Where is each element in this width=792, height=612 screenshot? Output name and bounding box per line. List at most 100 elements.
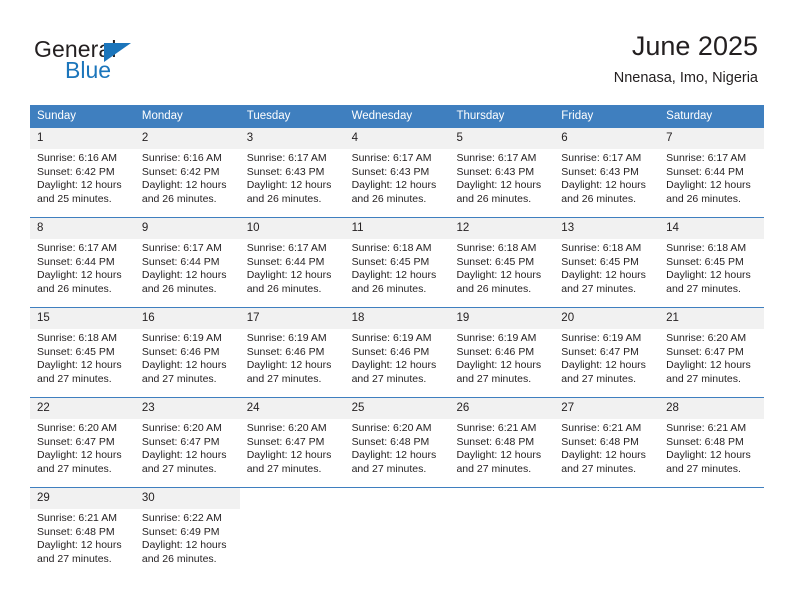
day-details: Sunrise: 6:17 AM Sunset: 6:43 PM Dayligh… (554, 149, 659, 212)
weekday-header-thursday: Thursday (456, 110, 505, 122)
daylight-text: Daylight: 12 hours and 26 minutes. (246, 269, 332, 295)
day-cell[interactable]: 10 Sunrise: 6:17 AM Sunset: 6:44 PM Dayl… (239, 218, 345, 302)
sunrise-text: Sunrise: 6:19 AM (351, 332, 432, 344)
sunrise-text: Sunrise: 6:21 AM (37, 512, 117, 524)
day-cell[interactable]: 8 Sunrise: 6:17 AM Sunset: 6:44 PM Dayli… (30, 218, 135, 302)
day-number: 16 (134, 308, 240, 329)
daylight-text: Daylight: 12 hours and 27 minutes. (456, 449, 542, 475)
day-cell[interactable]: 23 Sunrise: 6:20 AM Sunset: 6:47 PM Dayl… (134, 398, 240, 482)
daylight-text: Daylight: 12 hours and 26 minutes. (141, 269, 227, 295)
day-number: 18 (344, 308, 450, 329)
sunset-text: Sunset: 6:48 PM (456, 435, 535, 448)
daylight-text: Daylight: 12 hours and 26 minutes. (351, 179, 437, 205)
sunrise-text: Sunrise: 6:22 AM (141, 512, 222, 524)
day-cell[interactable]: 17 Sunrise: 6:19 AM Sunset: 6:46 PM Dayl… (239, 308, 345, 392)
sunrise-text: Sunrise: 6:17 AM (351, 152, 432, 164)
day-cell[interactable]: 1 Sunrise: 6:16 AM Sunset: 6:42 PM Dayli… (30, 128, 135, 212)
day-cell[interactable]: 28 Sunrise: 6:21 AM Sunset: 6:48 PM Dayl… (659, 398, 765, 482)
day-cell[interactable]: 19 Sunrise: 6:19 AM Sunset: 6:46 PM Dayl… (449, 308, 555, 392)
day-details: Sunrise: 6:16 AM Sunset: 6:42 PM Dayligh… (30, 149, 135, 212)
day-cell[interactable]: 27 Sunrise: 6:21 AM Sunset: 6:48 PM Dayl… (554, 398, 660, 482)
day-cell[interactable]: 3 Sunrise: 6:17 AM Sunset: 6:43 PM Dayli… (239, 128, 345, 212)
day-details: Sunrise: 6:18 AM Sunset: 6:45 PM Dayligh… (554, 239, 659, 302)
sunset-text: Sunset: 6:47 PM (37, 435, 115, 448)
day-details: Sunrise: 6:21 AM Sunset: 6:48 PM Dayligh… (554, 419, 659, 482)
sunrise-text: Sunrise: 6:21 AM (456, 422, 537, 434)
day-cell[interactable]: 6 Sunrise: 6:17 AM Sunset: 6:43 PM Dayli… (554, 128, 660, 212)
day-details: Sunrise: 6:17 AM Sunset: 6:44 PM Dayligh… (135, 239, 240, 302)
day-cell[interactable]: 18 Sunrise: 6:19 AM Sunset: 6:46 PM Dayl… (344, 308, 450, 392)
day-details: Sunrise: 6:18 AM Sunset: 6:45 PM Dayligh… (449, 239, 554, 302)
day-details: Sunrise: 6:18 AM Sunset: 6:45 PM Dayligh… (659, 239, 764, 302)
daylight-text: Daylight: 12 hours and 26 minutes. (141, 179, 227, 205)
sunrise-text: Sunrise: 6:17 AM (561, 152, 642, 164)
day-number: 13 (554, 218, 660, 239)
day-number: 7 (659, 128, 765, 149)
sunset-text: Sunset: 6:44 PM (37, 255, 115, 268)
day-cell[interactable]: 26 Sunrise: 6:21 AM Sunset: 6:48 PM Dayl… (449, 398, 555, 482)
day-cell[interactable]: 12 Sunrise: 6:18 AM Sunset: 6:45 PM Dayl… (449, 218, 555, 302)
day-cell[interactable]: 2 Sunrise: 6:16 AM Sunset: 6:42 PM Dayli… (134, 128, 240, 212)
sunrise-text: Sunrise: 6:17 AM (246, 152, 327, 164)
weekday-header-friday: Friday (561, 110, 594, 122)
sunset-text: Sunset: 6:44 PM (141, 255, 220, 268)
sunrise-text: Sunrise: 6:17 AM (141, 242, 222, 254)
day-cell[interactable]: 15 Sunrise: 6:18 AM Sunset: 6:45 PM Dayl… (30, 308, 135, 392)
day-details: Sunrise: 6:18 AM Sunset: 6:45 PM Dayligh… (345, 239, 450, 302)
day-cell[interactable]: 16 Sunrise: 6:19 AM Sunset: 6:46 PM Dayl… (134, 308, 240, 392)
sunrise-text: Sunrise: 6:18 AM (351, 242, 432, 254)
day-cell-empty (554, 488, 660, 572)
day-cell-empty (659, 488, 765, 572)
day-cell[interactable]: 21 Sunrise: 6:20 AM Sunset: 6:47 PM Dayl… (659, 308, 765, 392)
day-details: Sunrise: 6:21 AM Sunset: 6:48 PM Dayligh… (449, 419, 554, 482)
day-cell-empty (449, 488, 555, 572)
day-cell[interactable]: 20 Sunrise: 6:19 AM Sunset: 6:47 PM Dayl… (554, 308, 660, 392)
day-details: Sunrise: 6:20 AM Sunset: 6:48 PM Dayligh… (345, 419, 450, 482)
daylight-text: Daylight: 12 hours and 27 minutes. (666, 449, 751, 475)
sunrise-text: Sunrise: 6:20 AM (246, 422, 327, 434)
weekday-header-row: Sunday Monday Tuesday Wednesday Thursday… (30, 105, 764, 128)
sunrise-text: Sunrise: 6:18 AM (456, 242, 537, 254)
day-number: 17 (239, 308, 345, 329)
day-cell[interactable]: 13 Sunrise: 6:18 AM Sunset: 6:45 PM Dayl… (554, 218, 660, 302)
day-details: Sunrise: 6:19 AM Sunset: 6:47 PM Dayligh… (554, 329, 659, 392)
sunset-text: Sunset: 6:43 PM (561, 165, 639, 178)
page-subtitle: Nnenasa, Imo, Nigeria (613, 70, 758, 86)
day-cell[interactable]: 9 Sunrise: 6:17 AM Sunset: 6:44 PM Dayli… (134, 218, 240, 302)
sunrise-text: Sunrise: 6:20 AM (37, 422, 117, 434)
week-row: 8 Sunrise: 6:17 AM Sunset: 6:44 PM Dayli… (30, 217, 765, 302)
day-cell[interactable]: 25 Sunrise: 6:20 AM Sunset: 6:48 PM Dayl… (344, 398, 450, 482)
day-cell[interactable]: 14 Sunrise: 6:18 AM Sunset: 6:45 PM Dayl… (659, 218, 765, 302)
sunset-text: Sunset: 6:47 PM (246, 435, 325, 448)
sunset-text: Sunset: 6:45 PM (666, 255, 744, 268)
daylight-text: Daylight: 12 hours and 27 minutes. (141, 359, 227, 385)
weekday-header-monday: Monday (141, 110, 183, 122)
day-number: 15 (30, 308, 135, 329)
day-cell[interactable]: 29 Sunrise: 6:21 AM Sunset: 6:48 PM Dayl… (30, 488, 135, 572)
day-cell[interactable]: 5 Sunrise: 6:17 AM Sunset: 6:43 PM Dayli… (449, 128, 555, 212)
sunrise-text: Sunrise: 6:16 AM (37, 152, 117, 164)
daylight-text: Daylight: 12 hours and 26 minutes. (246, 179, 332, 205)
page-title: June 2025 (631, 31, 758, 61)
day-number (240, 488, 345, 509)
sunrise-text: Sunrise: 6:19 AM (246, 332, 327, 344)
day-number (449, 488, 554, 509)
day-number: 10 (239, 218, 345, 239)
day-cell[interactable]: 7 Sunrise: 6:17 AM Sunset: 6:44 PM Dayli… (659, 128, 765, 212)
day-number: 26 (449, 398, 555, 419)
day-details: Sunrise: 6:17 AM Sunset: 6:44 PM Dayligh… (240, 239, 345, 302)
day-cell[interactable]: 11 Sunrise: 6:18 AM Sunset: 6:45 PM Dayl… (344, 218, 450, 302)
generalblue-logo[interactable]: General Blue (34, 36, 214, 86)
daylight-text: Daylight: 12 hours and 27 minutes. (561, 269, 646, 295)
day-cell[interactable]: 22 Sunrise: 6:20 AM Sunset: 6:47 PM Dayl… (30, 398, 135, 482)
daylight-text: Daylight: 12 hours and 27 minutes. (37, 539, 122, 565)
sunset-text: Sunset: 6:48 PM (666, 435, 744, 448)
sunset-text: Sunset: 6:47 PM (141, 435, 220, 448)
day-number: 12 (449, 218, 555, 239)
day-number: 8 (30, 218, 135, 239)
day-cell[interactable]: 24 Sunrise: 6:20 AM Sunset: 6:47 PM Dayl… (239, 398, 345, 482)
day-cell[interactable]: 4 Sunrise: 6:17 AM Sunset: 6:43 PM Dayli… (344, 128, 450, 212)
day-cell-empty (239, 488, 345, 572)
daylight-text: Daylight: 12 hours and 27 minutes. (666, 269, 751, 295)
day-cell[interactable]: 30 Sunrise: 6:22 AM Sunset: 6:49 PM Dayl… (134, 488, 240, 572)
